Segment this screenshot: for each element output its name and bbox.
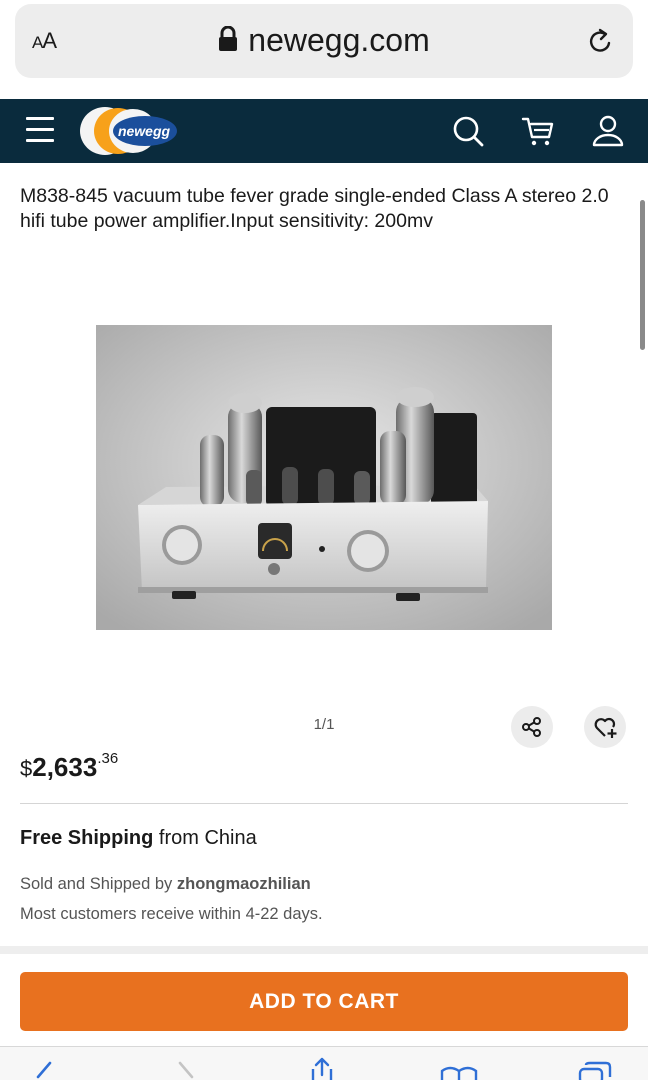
svg-text:newegg: newegg bbox=[118, 123, 171, 139]
seller-name[interactable]: zhongmaozhilian bbox=[177, 875, 311, 893]
browser-toolbar bbox=[0, 1046, 648, 1080]
forward-icon[interactable] bbox=[174, 1061, 198, 1080]
share-icon bbox=[522, 717, 541, 737]
hamburger-icon[interactable] bbox=[26, 117, 54, 145]
product-price: $2,633.36 bbox=[20, 750, 119, 783]
divider bbox=[20, 803, 628, 804]
address-bar[interactable]: AA newegg.com bbox=[15, 4, 633, 78]
url-text: newegg.com bbox=[248, 22, 430, 58]
product-title: M838-845 vacuum tube fever grade single-… bbox=[20, 185, 609, 232]
wishlist-button[interactable] bbox=[584, 706, 626, 748]
add-to-cart-button[interactable]: ADD TO CART bbox=[20, 972, 628, 1031]
url-display[interactable]: newegg.com bbox=[15, 22, 633, 59]
seller-info: Sold and Shipped by zhongmaozhilian bbox=[20, 875, 311, 894]
lock-icon bbox=[219, 25, 238, 51]
share-button[interactable] bbox=[511, 706, 553, 748]
price-cents: .36 bbox=[97, 750, 119, 767]
heart-plus-icon bbox=[594, 717, 617, 738]
back-icon[interactable] bbox=[32, 1061, 56, 1080]
section-separator bbox=[0, 946, 648, 954]
shipping-label: Free Shipping bbox=[20, 827, 154, 849]
bookmarks-icon[interactable] bbox=[440, 1065, 478, 1080]
user-icon[interactable] bbox=[590, 113, 626, 149]
cart-icon[interactable] bbox=[520, 113, 556, 149]
browser-top-bar: AA newegg.com bbox=[0, 0, 648, 99]
price-currency: $ bbox=[20, 756, 33, 781]
shipping-origin: from China bbox=[153, 827, 257, 849]
share-sheet-icon[interactable] bbox=[308, 1057, 336, 1080]
shipping-info: Free Shipping from China bbox=[20, 827, 257, 850]
site-header: newegg bbox=[0, 99, 648, 163]
page-scrollbar[interactable] bbox=[640, 200, 645, 350]
tabs-icon[interactable] bbox=[578, 1061, 612, 1080]
delivery-estimate: Most customers receive within 4-22 days. bbox=[20, 905, 323, 923]
price-whole: 2,633 bbox=[32, 752, 98, 782]
reload-icon[interactable] bbox=[587, 26, 615, 56]
newegg-logo[interactable]: newegg bbox=[78, 105, 188, 157]
product-image[interactable] bbox=[96, 325, 552, 630]
search-icon[interactable] bbox=[450, 113, 486, 149]
image-counter: 1/1 bbox=[313, 716, 335, 733]
seller-prefix: Sold and Shipped by bbox=[20, 875, 177, 893]
